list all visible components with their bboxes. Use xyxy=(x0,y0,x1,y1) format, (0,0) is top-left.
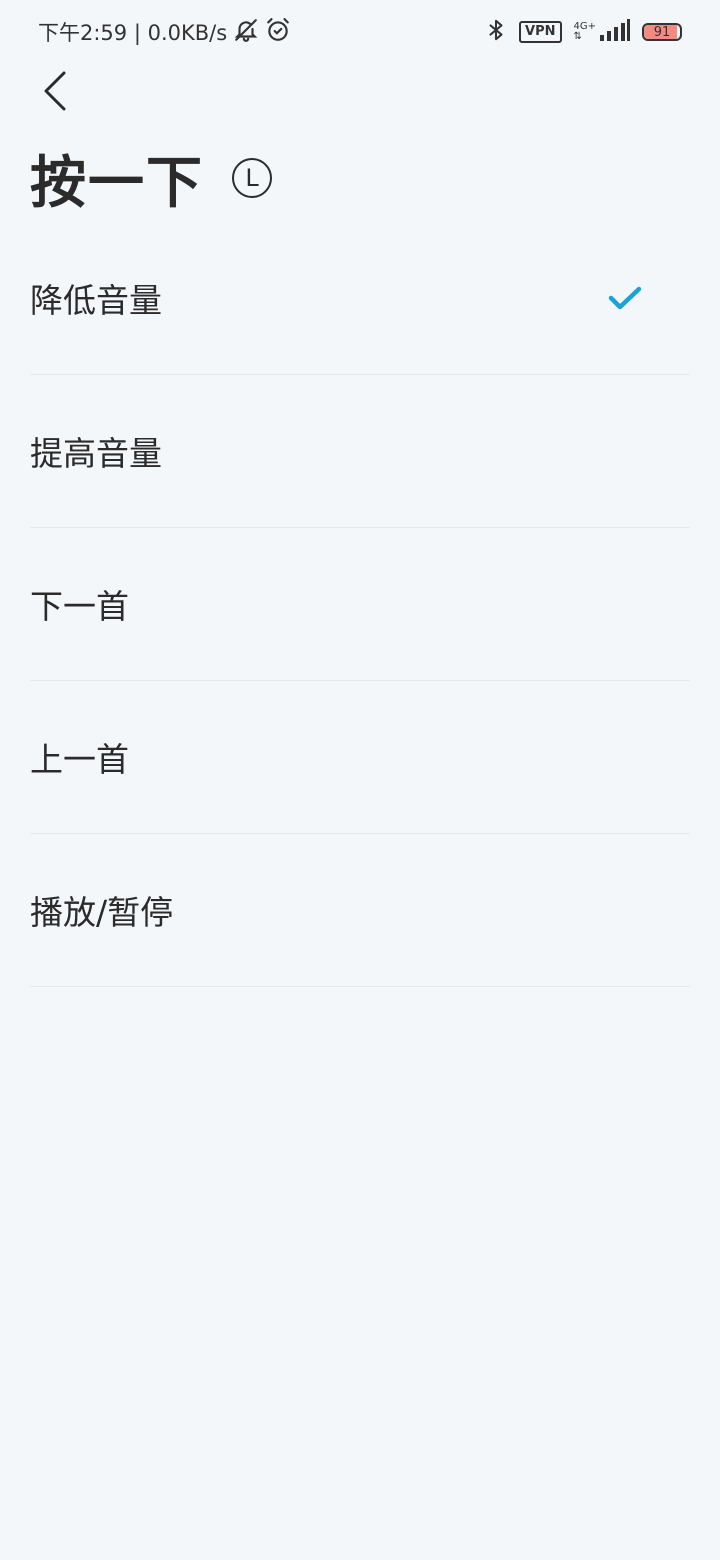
status-bar: 下午2:59 | 0.0KB/s VPN 4G+ ⇅ 91 xyxy=(0,0,720,64)
bell-off-icon xyxy=(233,17,259,48)
vpn-badge: VPN xyxy=(519,21,562,43)
check-icon xyxy=(608,286,642,310)
status-left: 下午2:59 | 0.0KB/s xyxy=(38,17,291,48)
status-time-speed: 下午2:59 | 0.0KB/s xyxy=(38,21,228,45)
back-button[interactable] xyxy=(34,66,78,116)
battery-indicator: 91 xyxy=(642,23,682,41)
side-badge: L xyxy=(232,158,272,198)
alarm-icon xyxy=(265,17,291,48)
header: 按一下 L xyxy=(30,140,272,216)
option-item-previous-track[interactable]: 上一首 xyxy=(30,681,690,834)
data-arrows-icon: ⇅ xyxy=(573,31,582,42)
status-right: VPN 4G+ ⇅ 91 xyxy=(473,17,682,48)
option-label: 播放/暂停 xyxy=(30,893,174,932)
option-item-next-track[interactable]: 下一首 xyxy=(30,528,690,681)
option-label: 降低音量 xyxy=(30,281,162,320)
page-title: 按一下 xyxy=(30,150,204,216)
signal-icon xyxy=(600,18,630,46)
network-type: 4G+ ⇅ xyxy=(574,22,597,42)
option-list: 降低音量 提高音量 下一首 上一首 播放/暂停 xyxy=(30,222,690,987)
bluetooth-icon xyxy=(485,17,507,48)
chevron-left-icon xyxy=(44,71,66,111)
option-label: 上一首 xyxy=(30,740,129,779)
option-item-volume-up[interactable]: 提高音量 xyxy=(30,375,690,528)
option-label: 下一首 xyxy=(30,587,129,626)
option-item-volume-down[interactable]: 降低音量 xyxy=(30,222,690,375)
battery-level: 91 xyxy=(653,24,671,40)
option-label: 提高音量 xyxy=(30,434,162,473)
option-item-play-pause[interactable]: 播放/暂停 xyxy=(30,834,690,987)
